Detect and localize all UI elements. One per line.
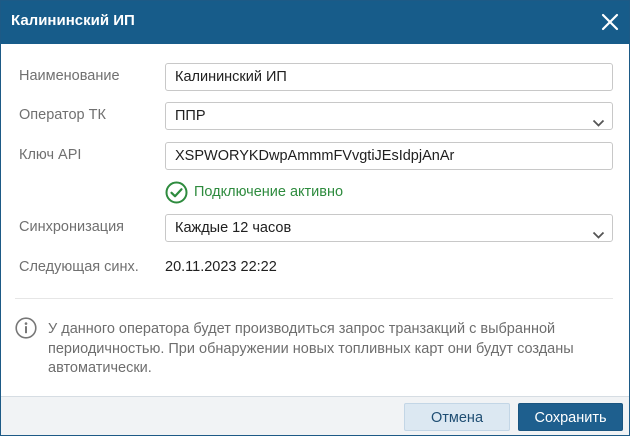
operator-select[interactable]: ППР bbox=[165, 102, 613, 130]
dialog-footer: Отмена Сохранить bbox=[1, 396, 629, 435]
divider bbox=[15, 298, 613, 299]
info-icon bbox=[15, 317, 37, 339]
info-text: У данного оператора будет производиться … bbox=[48, 321, 574, 376]
chevron-down-icon bbox=[592, 111, 605, 127]
save-button[interactable]: Сохранить bbox=[518, 403, 623, 431]
next-sync-label: Следующая синх. bbox=[19, 259, 139, 275]
sync-interval-select[interactable]: Каждые 12 часов bbox=[165, 214, 613, 242]
dialog-title: Калининский ИП bbox=[11, 12, 135, 29]
sync-label: Синхронизация bbox=[19, 219, 125, 235]
dialog-titlebar: Калининский ИП bbox=[1, 1, 629, 44]
connection-status: Подключение активно bbox=[165, 180, 343, 204]
operator-select-value: ППР bbox=[175, 108, 206, 124]
chevron-down-icon bbox=[592, 223, 605, 239]
name-input[interactable] bbox=[165, 63, 613, 91]
api-key-input[interactable] bbox=[165, 142, 613, 170]
operator-label: Оператор ТК bbox=[19, 107, 106, 123]
connection-status-text: Подключение активно bbox=[194, 184, 344, 200]
edit-operator-dialog: Калининский ИП Наименование Оператор ТК … bbox=[0, 0, 630, 436]
sync-interval-value: Каждые 12 часов bbox=[175, 220, 292, 236]
check-circle-icon bbox=[165, 181, 188, 204]
close-icon[interactable] bbox=[597, 9, 623, 35]
cancel-button[interactable]: Отмена bbox=[404, 403, 510, 431]
next-sync-value: 20.11.2023 22:22 bbox=[165, 259, 277, 275]
api-key-label: Ключ API bbox=[19, 147, 82, 163]
name-label: Наименование bbox=[19, 68, 120, 84]
